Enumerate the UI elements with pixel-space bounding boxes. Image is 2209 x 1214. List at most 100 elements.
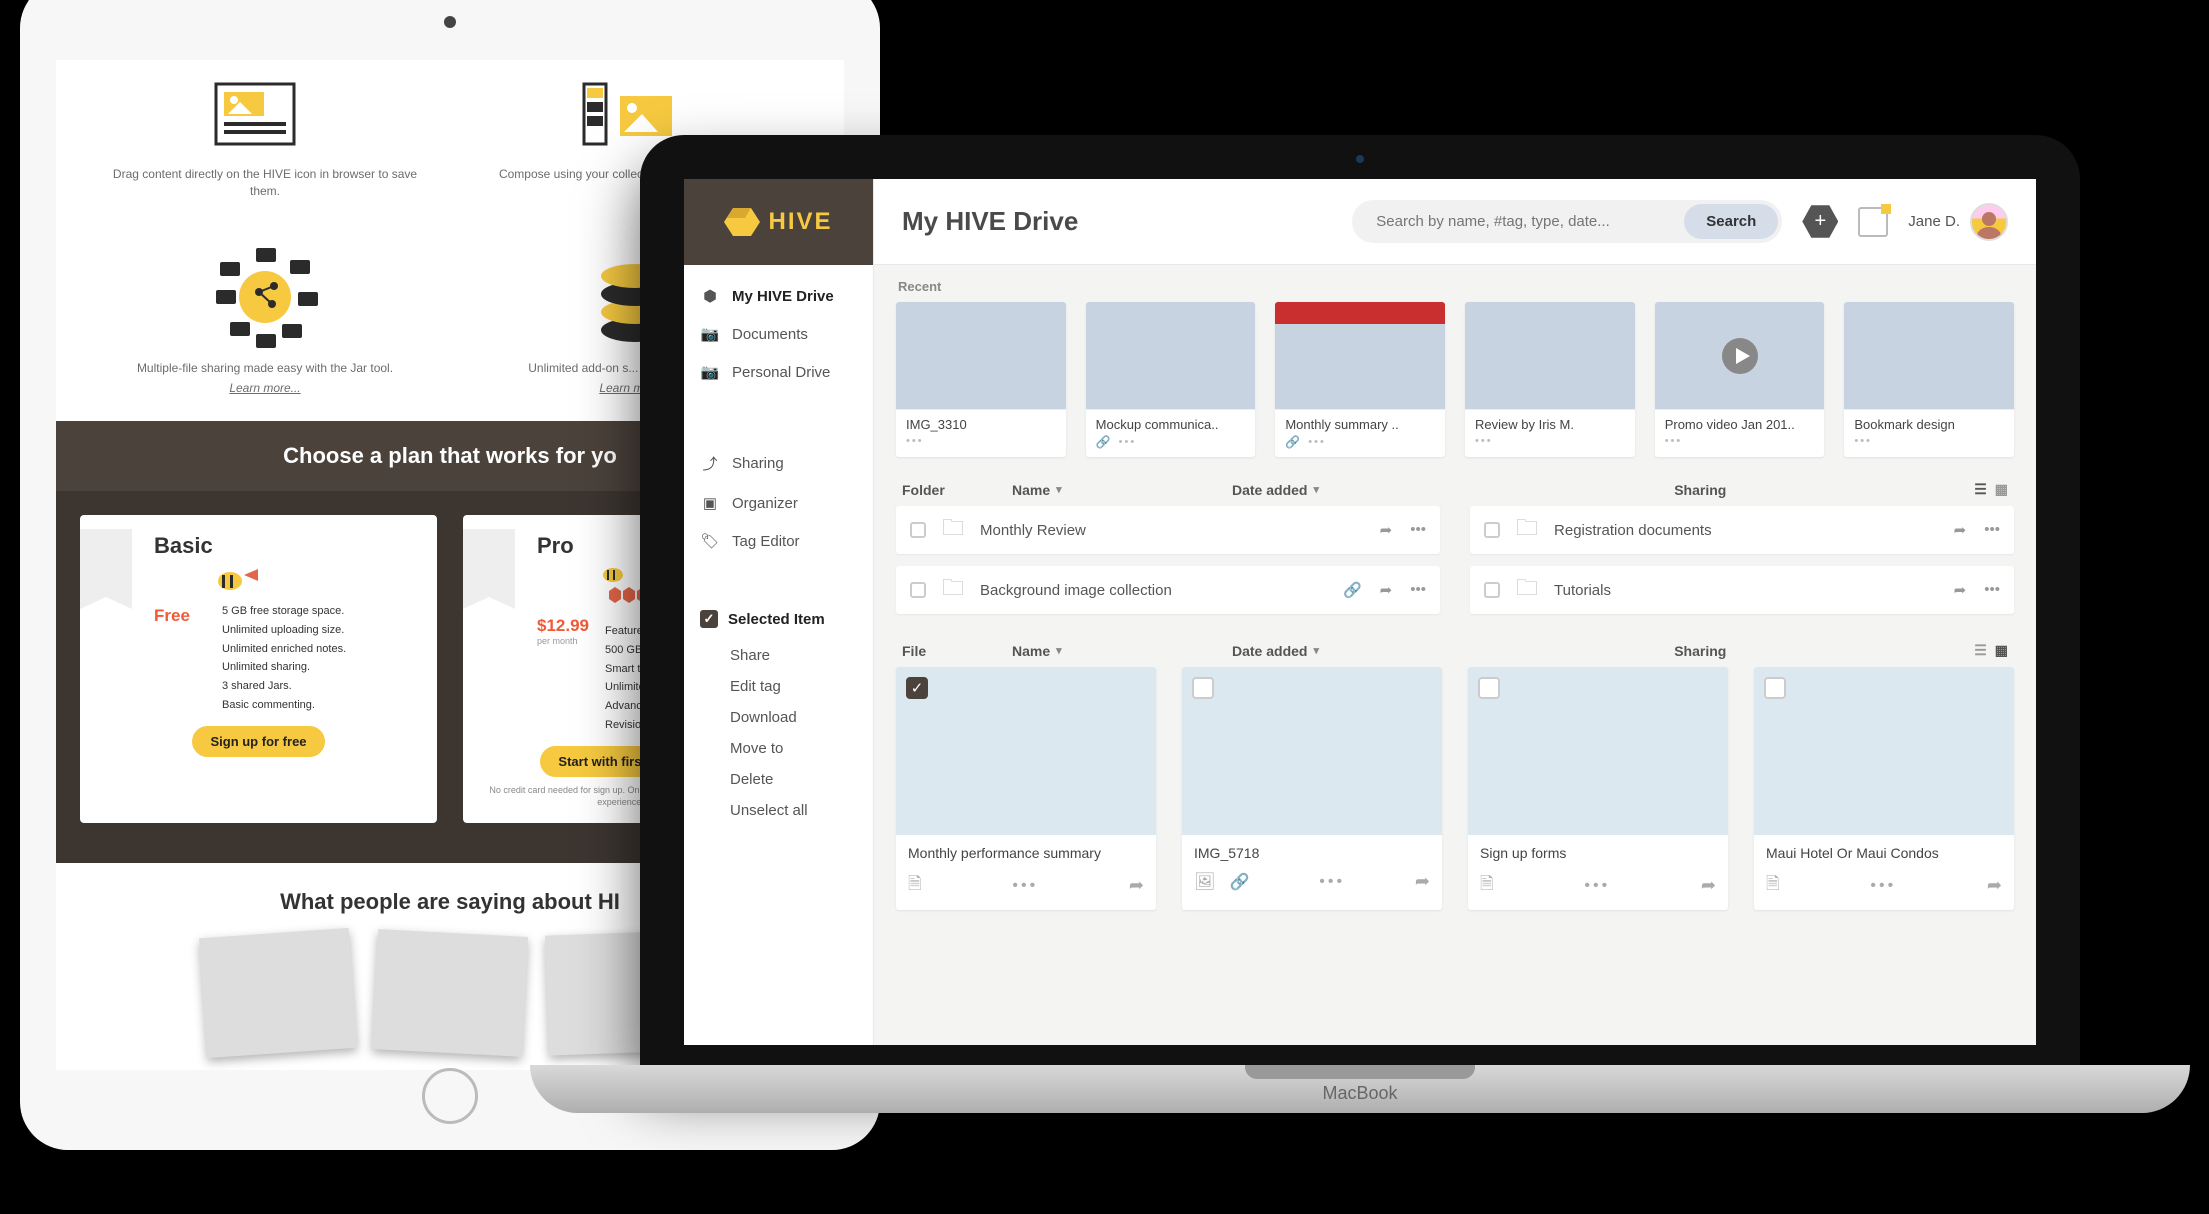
- more-icon[interactable]: •••: [906, 435, 1056, 447]
- add-button[interactable]: +: [1802, 204, 1838, 240]
- more-icon[interactable]: •••: [1475, 435, 1625, 447]
- grid-view-icon[interactable]: ▦: [1995, 481, 2008, 498]
- recent-card[interactable]: Bookmark design•••: [1844, 302, 2014, 457]
- folder-name: Tutorials: [1554, 582, 1611, 599]
- more-icon[interactable]: •••: [1854, 435, 2004, 447]
- feature-text: Drag content directly on the HIVE icon i…: [113, 167, 417, 198]
- more-icon[interactable]: •••: [1794, 877, 1973, 895]
- sidebar-item-sharing[interactable]: ⤴Sharing: [684, 443, 873, 484]
- col-label: Date added: [1232, 482, 1307, 498]
- file-card[interactable]: Maui Hotel Or Maui Condos 🗎•••➦: [1754, 667, 2014, 910]
- testimonial-photo: [372, 929, 528, 1057]
- link-icon[interactable]: 🔗: [1343, 581, 1362, 599]
- share-icon[interactable]: ➦: [1129, 875, 1144, 896]
- ipad-home-button[interactable]: [422, 1068, 478, 1124]
- action-unselect[interactable]: Unselect all: [730, 795, 873, 826]
- grid-view-icon[interactable]: ▦: [1995, 642, 2008, 659]
- checkbox[interactable]: [910, 582, 926, 598]
- checkbox[interactable]: [1192, 677, 1214, 699]
- more-icon[interactable]: •••: [1119, 436, 1137, 448]
- sidebar-item-organizer[interactable]: ▣Organizer: [684, 484, 873, 522]
- sort-date[interactable]: Date added ▾: [1232, 643, 1634, 659]
- recent-row: IMG_3310••• Mockup communica..🔗••• Month…: [896, 302, 2014, 457]
- action-move-to[interactable]: Move to: [730, 733, 873, 764]
- file-name: Maui Hotel Or Maui Condos: [1754, 835, 2014, 871]
- share-icon[interactable]: ➦: [1380, 581, 1393, 599]
- recent-card[interactable]: Review by Iris M. •••: [1465, 302, 1635, 457]
- content-scroll[interactable]: Recent IMG_3310••• Mockup communica..🔗••…: [874, 265, 2036, 1045]
- checkbox[interactable]: ✓: [906, 677, 928, 699]
- folder-name: Registration documents: [1554, 522, 1712, 539]
- more-icon[interactable]: •••: [1264, 873, 1401, 891]
- file-card[interactable]: IMG_5718 🖼🔗•••➦: [1182, 667, 1442, 910]
- folder-item[interactable]: 🗀 Monthly Review ➦•••: [896, 506, 1440, 554]
- col-label: Name: [1012, 643, 1050, 659]
- share-icon[interactable]: ➦: [1954, 521, 1967, 539]
- link-icon: 🔗: [1285, 435, 1302, 449]
- bee-icon: [212, 563, 262, 597]
- list-view-icon[interactable]: ☰: [1974, 642, 1987, 659]
- folder-item[interactable]: 🗀 Registration documents ➦•••: [1470, 506, 2014, 554]
- list-view-icon[interactable]: ☰: [1974, 481, 1987, 498]
- folder-item[interactable]: 🗀 Tutorials ➦•••: [1470, 566, 2014, 614]
- sidebar-item-drive[interactable]: ⬢ My HIVE Drive: [684, 277, 873, 315]
- sidebar-item-documents[interactable]: 📷Documents: [684, 315, 873, 353]
- action-download[interactable]: Download: [730, 702, 873, 733]
- more-icon[interactable]: •••: [1410, 581, 1426, 599]
- brand-text: HIVE: [768, 208, 832, 236]
- brand-logo[interactable]: HIVE: [684, 179, 873, 265]
- folder-item[interactable]: 🗀 Background image collection 🔗➦•••: [896, 566, 1440, 614]
- checkbox[interactable]: [1478, 677, 1500, 699]
- checkbox[interactable]: [910, 522, 926, 538]
- folder-name: Background image collection: [980, 582, 1172, 599]
- file-card[interactable]: Sign up forms 🗎•••➦: [1468, 667, 1728, 910]
- main-panel: My HIVE Drive Search + Jane D. Recent: [874, 179, 2036, 1045]
- camera-icon: 📷: [700, 363, 720, 381]
- search-input[interactable]: [1372, 205, 1684, 238]
- more-icon[interactable]: •••: [936, 877, 1115, 895]
- file-list-head: File Name ▾ Date added ▾ Sharing ☰ ▦: [896, 636, 2014, 667]
- topbar: My HIVE Drive Search + Jane D.: [874, 179, 2036, 265]
- checkbox[interactable]: [1484, 522, 1500, 538]
- action-delete[interactable]: Delete: [730, 764, 873, 795]
- checkbox[interactable]: [1764, 677, 1786, 699]
- recent-card[interactable]: Monthly summary ..🔗•••: [1275, 302, 1445, 457]
- more-icon[interactable]: •••: [1665, 435, 1815, 447]
- action-share[interactable]: Share: [730, 640, 873, 671]
- share-icon[interactable]: ➦: [1415, 871, 1430, 892]
- sort-name[interactable]: Name ▾: [1012, 643, 1192, 659]
- more-icon[interactable]: •••: [1508, 877, 1687, 895]
- more-icon[interactable]: •••: [1984, 521, 2000, 539]
- col-sharing: Sharing: [1674, 482, 1934, 498]
- macbook-body: HIVE ⬢ My HIVE Drive 📷Documents 📷Personal…: [640, 135, 2080, 1065]
- share-icon[interactable]: ➦: [1987, 875, 2002, 896]
- notifications-button[interactable]: [1858, 207, 1888, 237]
- file-card[interactable]: ✓ Monthly performance summary 🗎•••➦: [896, 667, 1156, 910]
- caret-down-icon: ▾: [1313, 644, 1319, 657]
- learn-more-link[interactable]: Learn more...: [99, 380, 432, 397]
- share-icon[interactable]: ➦: [1954, 581, 1967, 599]
- recent-card[interactable]: Promo video Jan 201..•••: [1655, 302, 1825, 457]
- sidebar-item-personal[interactable]: 📷Personal Drive: [684, 353, 873, 391]
- sort-date[interactable]: Date added ▾: [1232, 482, 1634, 498]
- share-icon[interactable]: ➦: [1380, 521, 1393, 539]
- more-icon[interactable]: •••: [1984, 581, 2000, 599]
- sidebar-item-tags[interactable]: 🏷Tag Editor: [684, 522, 873, 560]
- nav-label: My HIVE Drive: [732, 288, 834, 305]
- card-title: Review by Iris M.: [1475, 417, 1625, 432]
- hexagon-icon: ⬢: [700, 287, 720, 305]
- sort-name[interactable]: Name ▾: [1012, 482, 1192, 498]
- search-button[interactable]: Search: [1684, 204, 1778, 239]
- user-chip[interactable]: Jane D.: [1908, 203, 2008, 241]
- more-icon[interactable]: •••: [1308, 436, 1326, 448]
- recent-label: Recent: [898, 279, 2014, 294]
- recent-card[interactable]: Mockup communica..🔗•••: [1086, 302, 1256, 457]
- checkbox[interactable]: [1484, 582, 1500, 598]
- action-edit-tag[interactable]: Edit tag: [730, 671, 873, 702]
- thumb: [1182, 667, 1442, 835]
- signup-free-button[interactable]: Sign up for free: [192, 726, 324, 757]
- share-icon[interactable]: ➦: [1701, 875, 1716, 896]
- caret-down-icon: ▾: [1313, 483, 1319, 496]
- more-icon[interactable]: •••: [1410, 521, 1426, 539]
- recent-card[interactable]: IMG_3310•••: [896, 302, 1066, 457]
